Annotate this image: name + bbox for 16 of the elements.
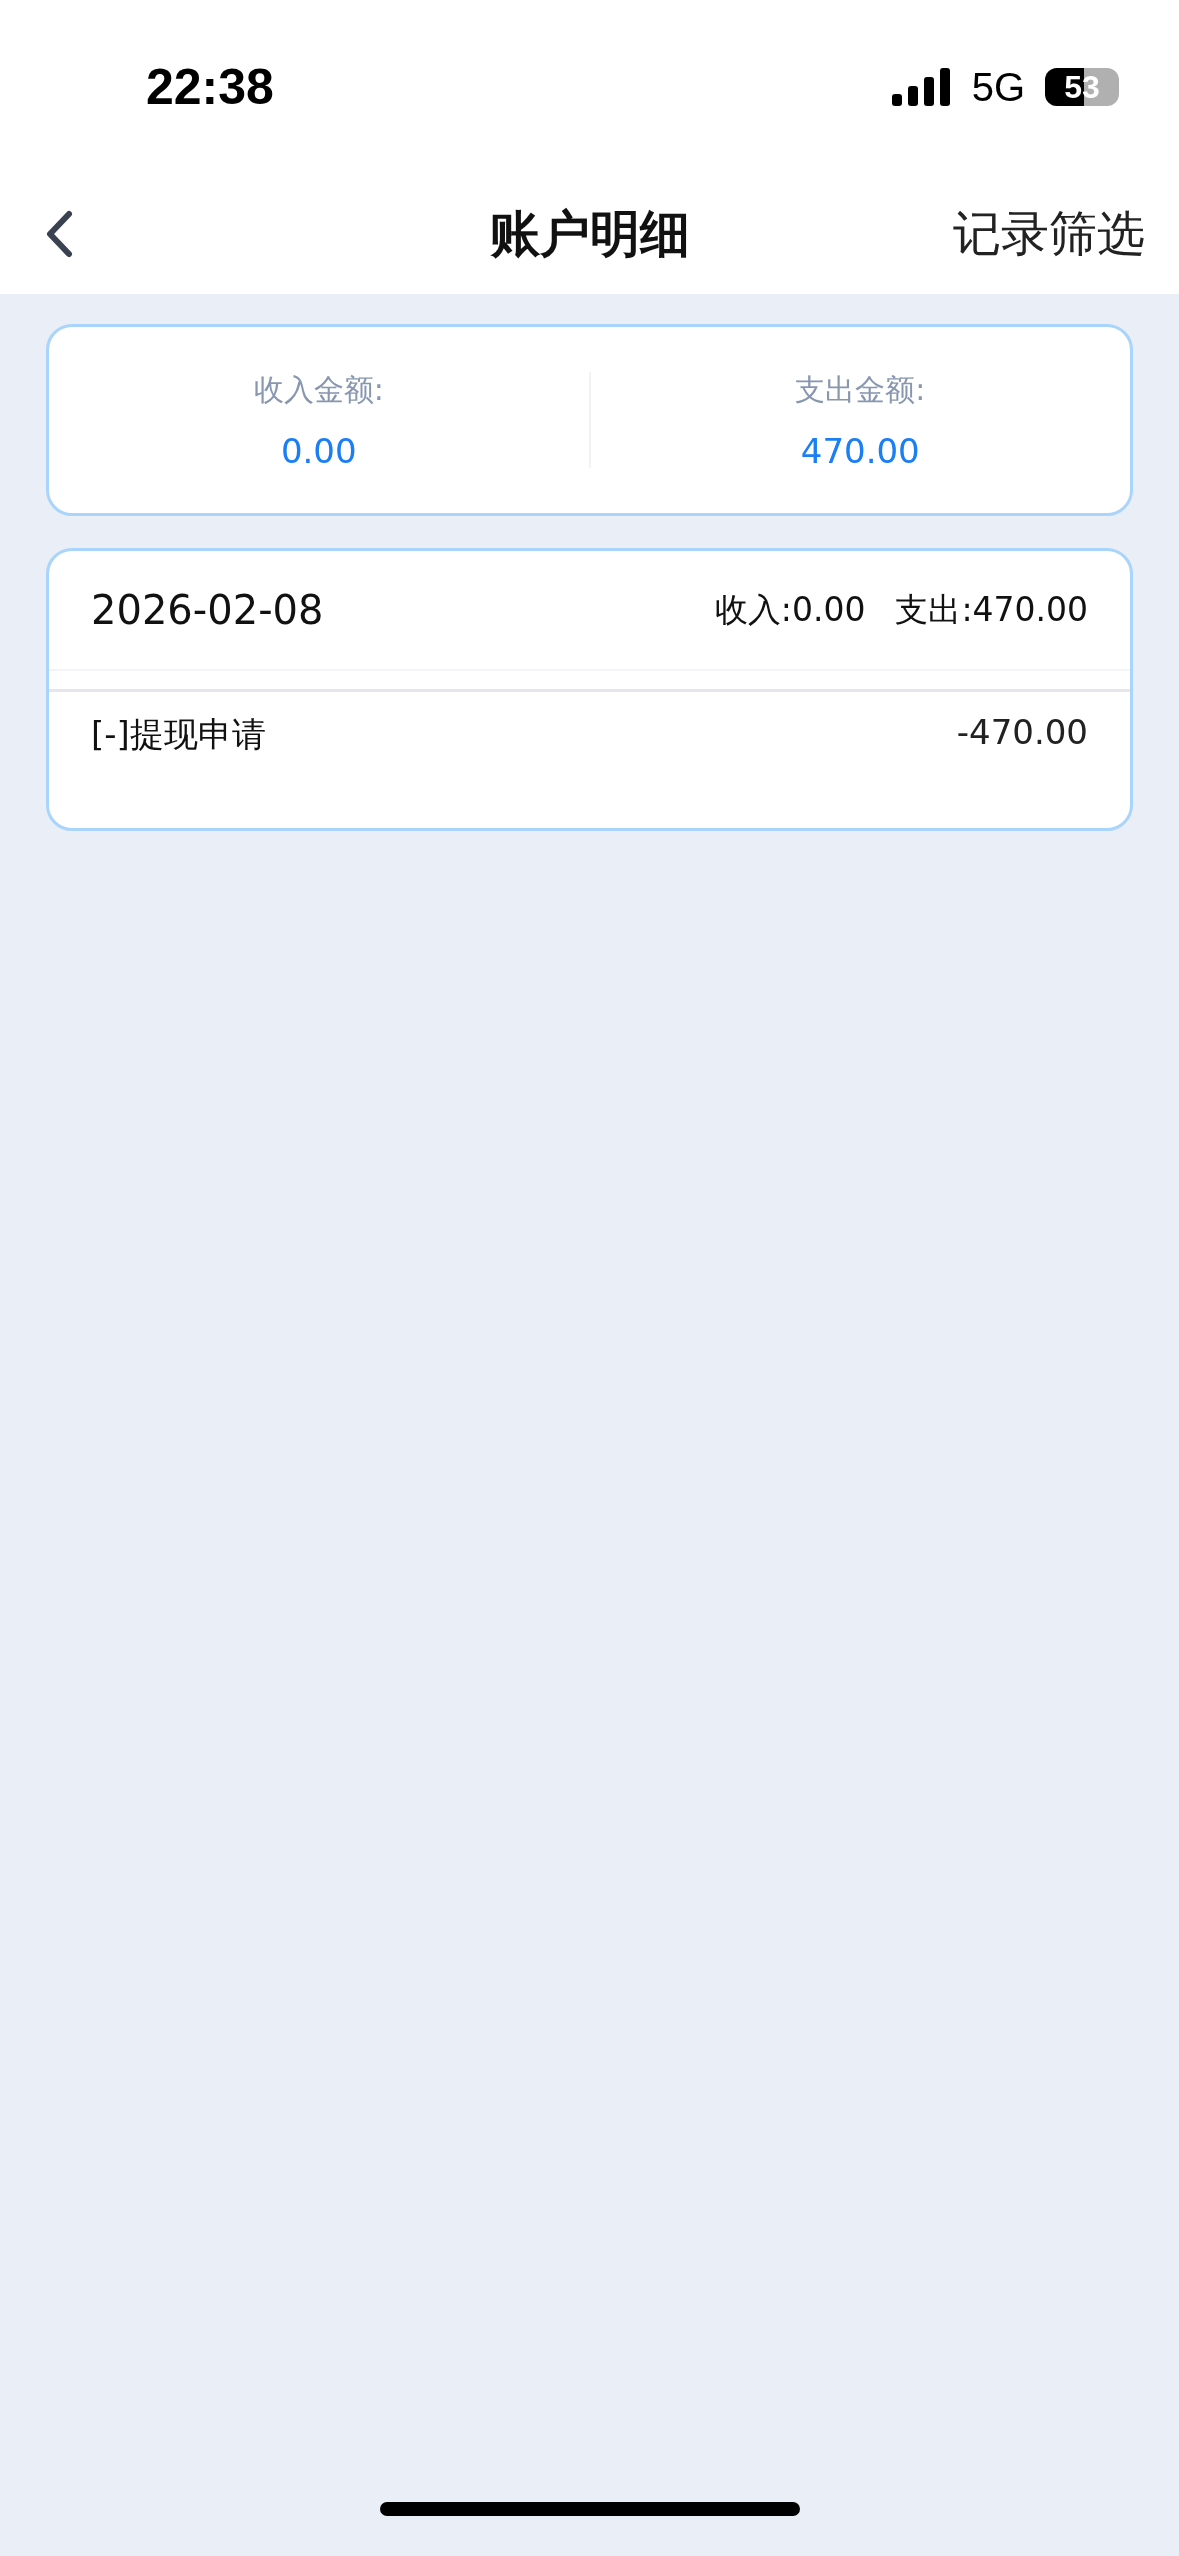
page-title: 账户明细 <box>489 203 690 265</box>
summary-value: 0.00 <box>280 430 357 471</box>
day-income: 收入:0.00 <box>714 588 866 631</box>
summary-label: 支出金额: <box>795 370 926 409</box>
status-time: 22:38 <box>146 58 274 116</box>
record-title: [-]提现申请 <box>91 713 266 756</box>
day-expense: 支出:470.00 <box>895 588 1088 631</box>
day-date: 2026-02-08 <box>91 587 324 633</box>
record-row[interactable]: [-]提现申请 -470.00 <box>49 689 1130 828</box>
summary-label: 收入金额: <box>253 370 384 409</box>
signal-icon <box>891 68 952 106</box>
summary-value: 470.00 <box>800 430 920 471</box>
record-amount: -470.00 <box>956 712 1088 754</box>
filter-link[interactable]: 记录筛选 <box>953 202 1145 266</box>
network-label: 5G <box>971 64 1025 110</box>
back-icon[interactable] <box>44 210 74 258</box>
